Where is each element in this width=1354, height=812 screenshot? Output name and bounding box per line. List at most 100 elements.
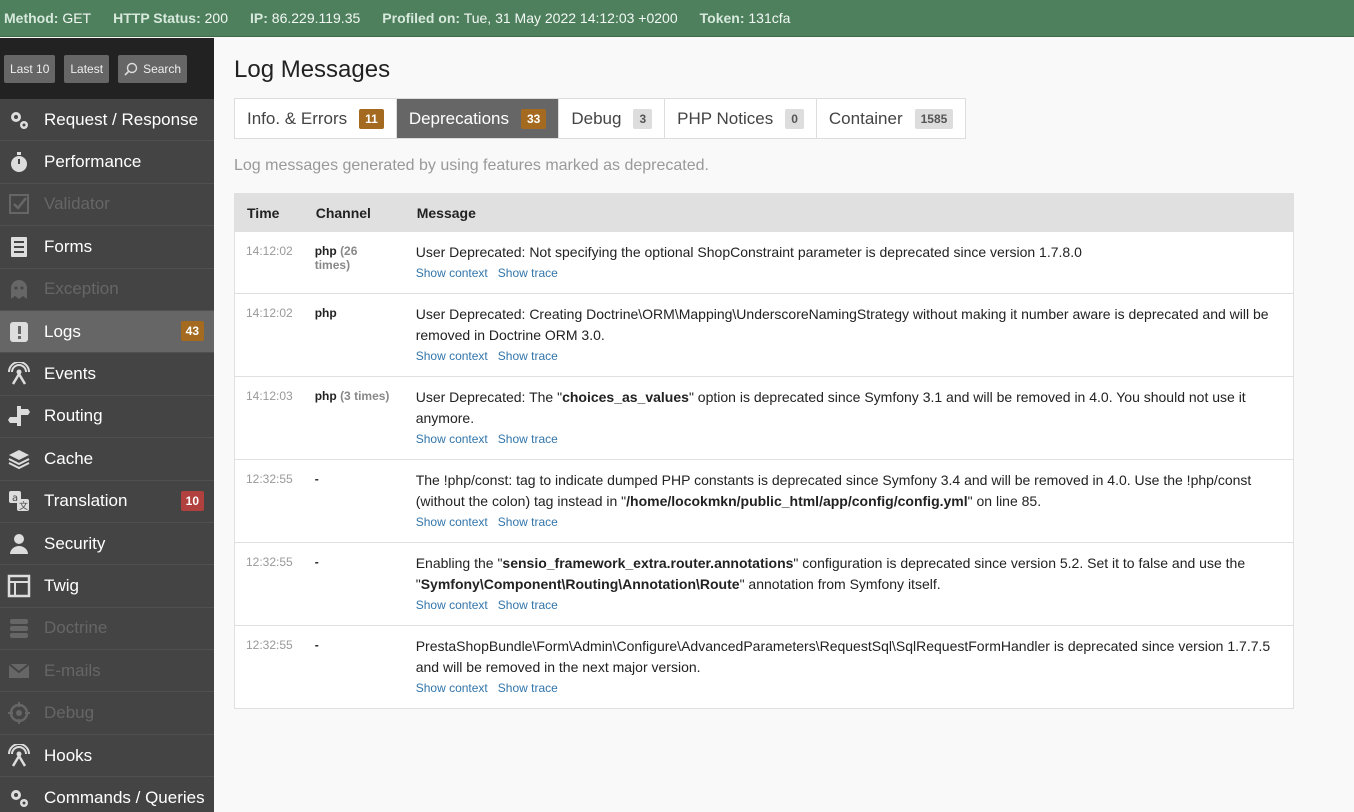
sidebar-item-label: Security [44,533,106,553]
signpost-icon [8,406,30,427]
status-method: Method: GET [4,10,92,26]
message-segment: " on line 85. [967,493,1042,509]
search-button[interactable]: Search [118,54,188,83]
message-links: Show context Show trace [416,513,1282,531]
tab-label: Deprecations [408,108,509,128]
message-segment: User Deprecated: Not specifying the opti… [415,244,1082,260]
log-message: Enabling the "sensio_framework_extra.rou… [404,542,1294,626]
database-icon [10,619,28,639]
log-tabs: Info. & Errors 11 Deprecations 33 Debug 3 PHP … [234,98,967,139]
show-context-link[interactable]: Show context [416,681,488,695]
channel-name: php [314,389,337,403]
show-context-link[interactable]: Show context [416,598,488,612]
sidebar-item-routing[interactable]: Routing [0,396,214,439]
show-trace-link[interactable]: Show trace [498,598,558,612]
message-segment: PrestaShopBundle\Form\Admin\Configure\Ad… [415,638,1271,675]
sidebar-item-request-response[interactable]: Request / Response [0,99,214,142]
channel-name: - [314,638,319,652]
sidebar-item-label: Commands / Queries [44,787,205,807]
sidebar-item-e-mails: E-mails [0,650,214,693]
tab-label: PHP Notices [677,108,774,128]
log-time: 12:32:55 [234,459,304,543]
table-row: 12:32:55- Enabling the "sensio_framework… [234,542,1294,626]
log-channel: php (3 times) [303,376,405,460]
user-icon [10,533,28,554]
sidebar-item-cache[interactable]: Cache [0,438,214,481]
show-trace-link[interactable]: Show trace [498,349,558,363]
show-context-link[interactable]: Show context [416,515,488,529]
show-context-link[interactable]: Show context [416,349,488,363]
show-trace-link[interactable]: Show trace [498,515,558,529]
status-bar: Method: GET HTTP Status: 200 IP: 86.229.… [0,0,1354,37]
ghost-icon [11,280,27,300]
message-links: Show context Show trace [416,347,1282,365]
sidebar-item-events[interactable]: Events [0,353,214,396]
checkbox-icon [9,194,29,215]
sidebar-item-logs[interactable]: Logs 43 [0,310,214,354]
stopwatch-icon [11,152,27,173]
tab-info-errors[interactable]: Info. & Errors 11 [235,99,397,138]
log-channel: - [303,542,405,626]
show-trace-link[interactable]: Show trace [498,266,558,280]
log-time: 12:32:55 [234,625,304,709]
sidebar-item-doctrine: Doctrine [0,608,214,651]
channel-name: php [314,244,337,258]
message-text: User Deprecated: Creating Doctrine\ORM\M… [416,304,1282,346]
message-segment: sensio_framework_extra.router.annotation… [502,555,794,571]
show-trace-link[interactable]: Show trace [498,432,558,446]
sidebar-item-label: Doctrine [44,618,108,638]
sidebar-item-security[interactable]: Security [0,523,214,566]
last-10-button[interactable]: Last 10 [4,54,56,83]
tab-count-badge: 0 [785,108,804,129]
show-context-link[interactable]: Show context [416,266,488,280]
tab-count-badge: 11 [359,108,384,129]
envelope-icon [8,662,30,678]
log-message: User Deprecated: The "choices_as_values"… [404,376,1294,460]
tab-deprecations[interactable]: Deprecations 33 [396,99,560,138]
sidebar-item-validator: Validator [0,184,214,227]
antenna-icon [8,743,30,767]
status-token[interactable]: Token: 131cfa [700,10,791,26]
header-message: Message [404,193,1294,232]
show-trace-link[interactable]: Show trace [498,681,558,695]
sidebar-item-hooks[interactable]: Hooks [0,735,214,778]
sidebar-item-performance[interactable]: Performance [0,141,214,184]
sidebar: Last 10 Latest Search Request / Response… [0,38,214,812]
message-segment: Symfony\Component\Routing\Annotation\Rou… [420,576,740,592]
message-segment: choices_as_values [562,389,689,405]
tab-container[interactable]: Container 1585 [817,99,965,138]
antenna-icon [8,362,30,385]
template-icon [7,574,31,598]
tab-debug[interactable]: Debug 3 [559,99,666,138]
tab-help-text: Log messages generated by using features… [234,157,709,174]
sidebar-item-translation[interactable]: a 文 Translation 10 [0,481,214,523]
sidebar-item-twig[interactable]: Twig [0,565,214,608]
sidebar-item-label: Logs [44,321,81,341]
sidebar-item-label: Exception [44,279,119,299]
tab-label: Debug [571,108,622,128]
log-message: User Deprecated: Not specifying the opti… [404,231,1294,294]
translate-icon: a文 [9,491,29,512]
message-links: Show context Show trace [416,596,1282,614]
sidebar-item-label: Request / Response [44,109,199,129]
status-profiled: Profiled on: Tue, 31 May 2022 14:12:03 +… [382,10,678,26]
log-message: The !php/const: tag to indicate dumped P… [404,459,1294,543]
tab-count-badge: 33 [521,108,547,129]
log-message: User Deprecated: Creating Doctrine\ORM\M… [404,293,1294,377]
status-ip: IP: 86.229.119.35 [250,10,361,26]
logs-icon [10,321,28,342]
search-icon [124,62,138,76]
log-channel: php [303,293,405,377]
sidebar-item-label: Forms [44,236,93,256]
sidebar-item-forms[interactable]: Forms [0,226,214,269]
table-header-row: Time Channel Message [234,193,1294,232]
sidebar-item-commands-queries[interactable]: Commands / Queries [0,777,214,812]
layers-icon [8,449,30,469]
sidebar-menu: Request / Response Performance Validator Fo… [0,99,214,812]
tab-php-notices[interactable]: PHP Notices 0 [665,99,817,138]
tab-count-badge: 3 [633,108,653,129]
sidebar-item-label: Hooks [44,745,93,765]
latest-button[interactable]: Latest [64,54,110,83]
show-context-link[interactable]: Show context [416,432,488,446]
message-segment: " annotation from Symfony itself. [739,576,941,592]
